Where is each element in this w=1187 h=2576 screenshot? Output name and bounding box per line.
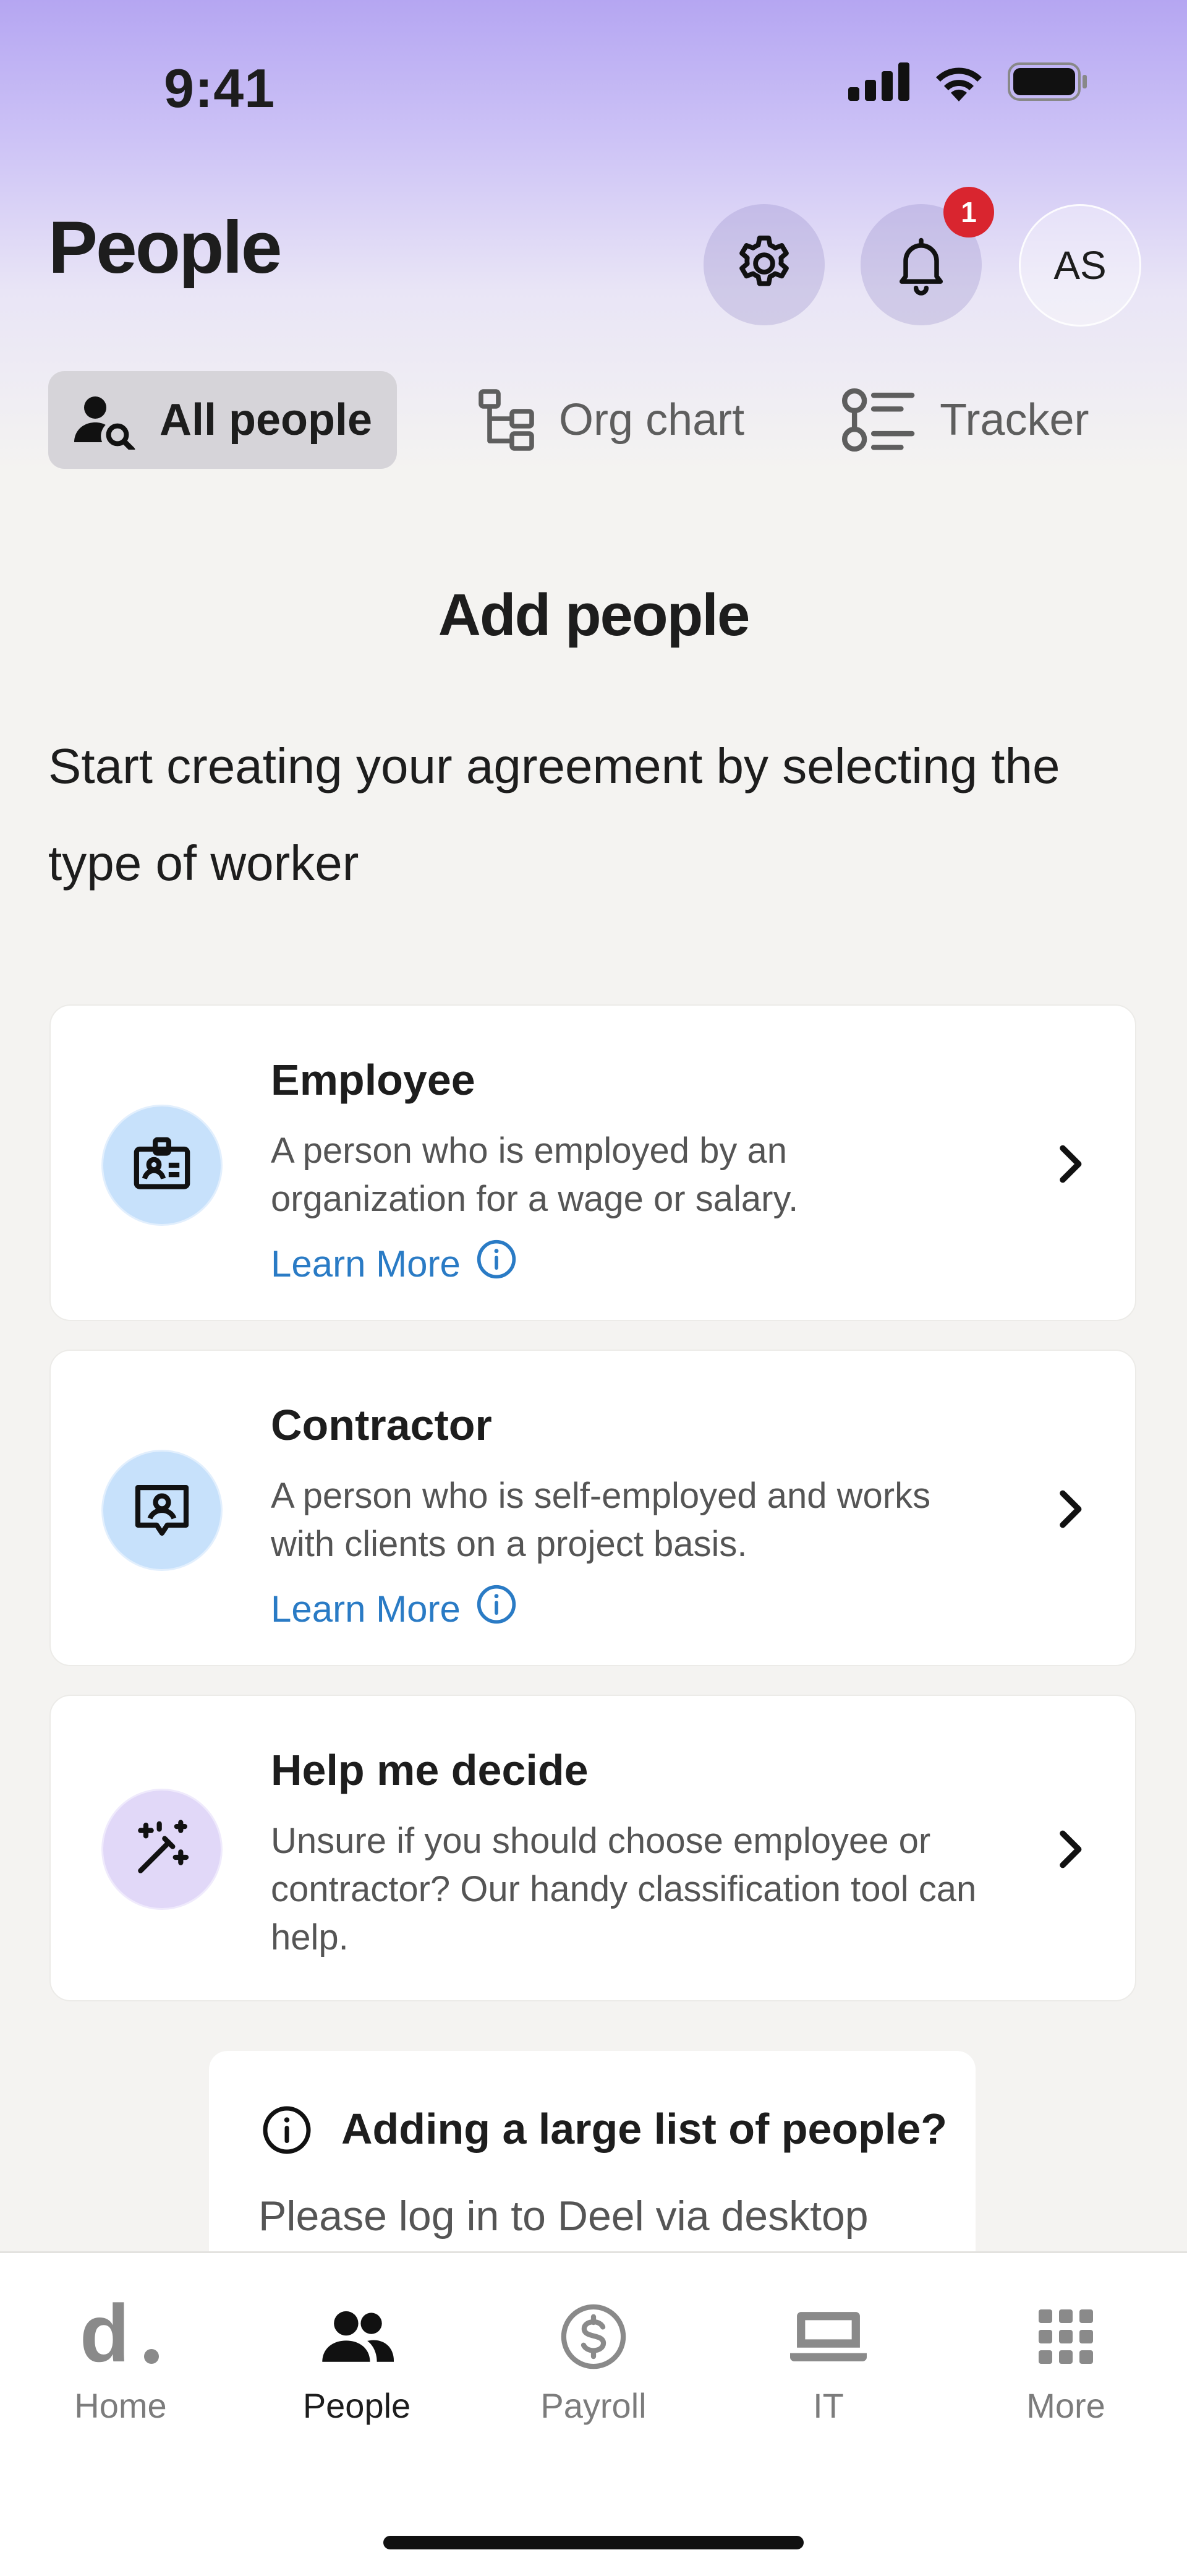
employee-card[interactable]: Employee A person who is employed by an … [49, 1004, 1136, 1321]
tab-org-chart[interactable]: Org chart [453, 371, 769, 469]
nav-home[interactable]: d Home [28, 2296, 213, 2426]
bulk-add-info-card: Adding a large list of people? Please lo… [209, 2051, 976, 2255]
contractor-card[interactable]: Contractor A person who is self-employed… [49, 1350, 1136, 1666]
deel-logo-icon: d [77, 2296, 164, 2377]
chevron-right-icon [1051, 1139, 1088, 1189]
org-chart-icon [477, 388, 537, 452]
card-description: A person who is employed by an organizat… [271, 1131, 799, 1219]
status-time: 9:41 [164, 58, 276, 119]
info-title: Adding a large list of people? [341, 2105, 948, 2153]
nav-label: People [302, 2386, 411, 2425]
card-title: Employee [271, 1056, 475, 1104]
nav-label: Payroll [540, 2386, 647, 2425]
battery-icon [1008, 62, 1088, 104]
svg-text:d: d [80, 2300, 130, 2374]
chevron-right-icon [1051, 1484, 1088, 1534]
tab-label: All people [160, 395, 373, 445]
chevron-right-icon [1051, 1825, 1088, 1874]
info-circle-icon [475, 1238, 517, 1289]
section-title: Add people [438, 582, 751, 648]
id-badge-icon [101, 1105, 223, 1226]
page-title: People [48, 206, 282, 289]
tab-label: Org chart [559, 395, 745, 445]
tab-label: Tracker [940, 395, 1089, 445]
info-circle-icon [261, 2104, 313, 2159]
contact-card-icon [101, 1450, 223, 1571]
home-indicator [383, 2536, 804, 2549]
wifi-icon [932, 62, 985, 105]
link-label: Learn More [271, 1588, 461, 1630]
tracker-list-icon [841, 387, 917, 453]
notification-badge: 1 [943, 187, 994, 237]
status-icons [848, 62, 1088, 105]
nav-people[interactable]: People [264, 2296, 449, 2426]
card-title: Contractor [271, 1401, 492, 1449]
card-title: Help me decide [271, 1746, 589, 1794]
person-search-icon [73, 390, 137, 450]
intro-text: Start creating your agreement by selecti… [48, 738, 1060, 891]
grid-icon [1036, 2296, 1096, 2377]
dollar-circle-icon [559, 2296, 628, 2377]
bottom-nav: d Home People Payroll IT More [0, 2251, 1187, 2576]
learn-more-link[interactable]: Learn More [271, 1583, 517, 1634]
settings-button[interactable] [704, 204, 825, 325]
gear-icon [732, 231, 796, 299]
card-description: Unsure if you should choose employee or … [271, 1821, 977, 1958]
view-tabs: All people Org chart Tracker [48, 371, 1114, 469]
learn-more-link[interactable]: Learn More [271, 1238, 517, 1289]
nav-label: Home [74, 2386, 167, 2425]
nav-label: IT [813, 2386, 844, 2425]
bell-icon [890, 231, 952, 299]
laptop-icon [790, 2296, 867, 2377]
info-circle-icon [475, 1583, 517, 1634]
link-label: Learn More [271, 1243, 461, 1285]
info-body: Please log in to Deel via desktop [258, 2193, 869, 2240]
cellular-signal-icon [848, 62, 910, 104]
nav-label: More [1026, 2386, 1105, 2425]
tab-all-people[interactable]: All people [48, 371, 398, 469]
help-me-decide-card[interactable]: Help me decide Unsure if you should choo… [49, 1695, 1136, 2001]
card-description: A person who is self-employed and works … [271, 1476, 931, 1564]
people-icon [320, 2296, 394, 2377]
nav-more[interactable]: More [973, 2296, 1159, 2426]
nav-it[interactable]: IT [736, 2296, 921, 2426]
tab-tracker[interactable]: Tracker [816, 371, 1113, 469]
avatar[interactable]: AS [1019, 204, 1141, 327]
nav-payroll[interactable]: Payroll [501, 2296, 686, 2426]
magic-wand-icon [101, 1789, 223, 1910]
